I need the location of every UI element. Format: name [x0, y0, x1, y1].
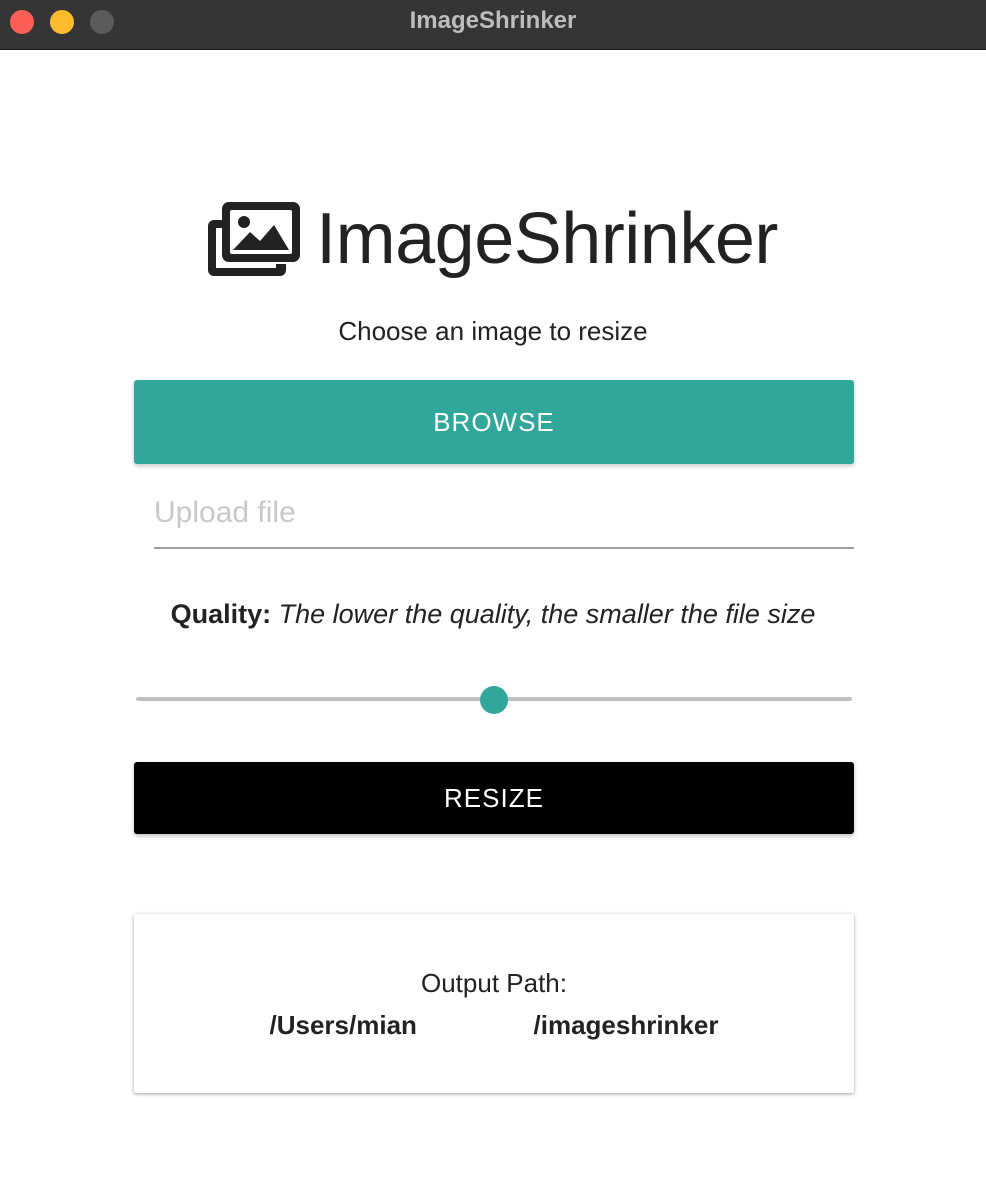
quality-label: Quality: — [170, 599, 272, 629]
quality-hint: The lower the quality, the smaller the f… — [278, 599, 816, 629]
subtitle: Choose an image to resize — [338, 316, 648, 346]
upload-file-field[interactable] — [154, 479, 854, 549]
output-path-label: Output Path: — [421, 968, 567, 998]
resize-button[interactable]: RESIZE — [134, 762, 854, 834]
window-title: ImageShrinker — [409, 7, 577, 34]
window-titlebar: ImageShrinker — [0, 0, 986, 50]
output-path-end: /imageshrinker — [533, 1010, 719, 1040]
browse-button[interactable]: BROWSE — [134, 380, 854, 464]
quality-slider-thumb[interactable] — [480, 686, 508, 714]
app-content: ImageShrinker Choose an image to resize … — [0, 51, 986, 1190]
output-path-value: /Users/mian /imageshrinker — [134, 1010, 854, 1041]
images-icon — [208, 202, 301, 276]
redacted-area — [425, 1010, 534, 1040]
output-card: Output Path: /Users/mian /imageshrinker — [134, 914, 854, 1093]
output-path-start: /Users/mian — [269, 1010, 417, 1040]
quality-description: Quality: The lower the quality, the smal… — [0, 599, 986, 630]
app-logo: ImageShrinker — [0, 189, 986, 289]
app-heading: ImageShrinker — [316, 199, 778, 279]
